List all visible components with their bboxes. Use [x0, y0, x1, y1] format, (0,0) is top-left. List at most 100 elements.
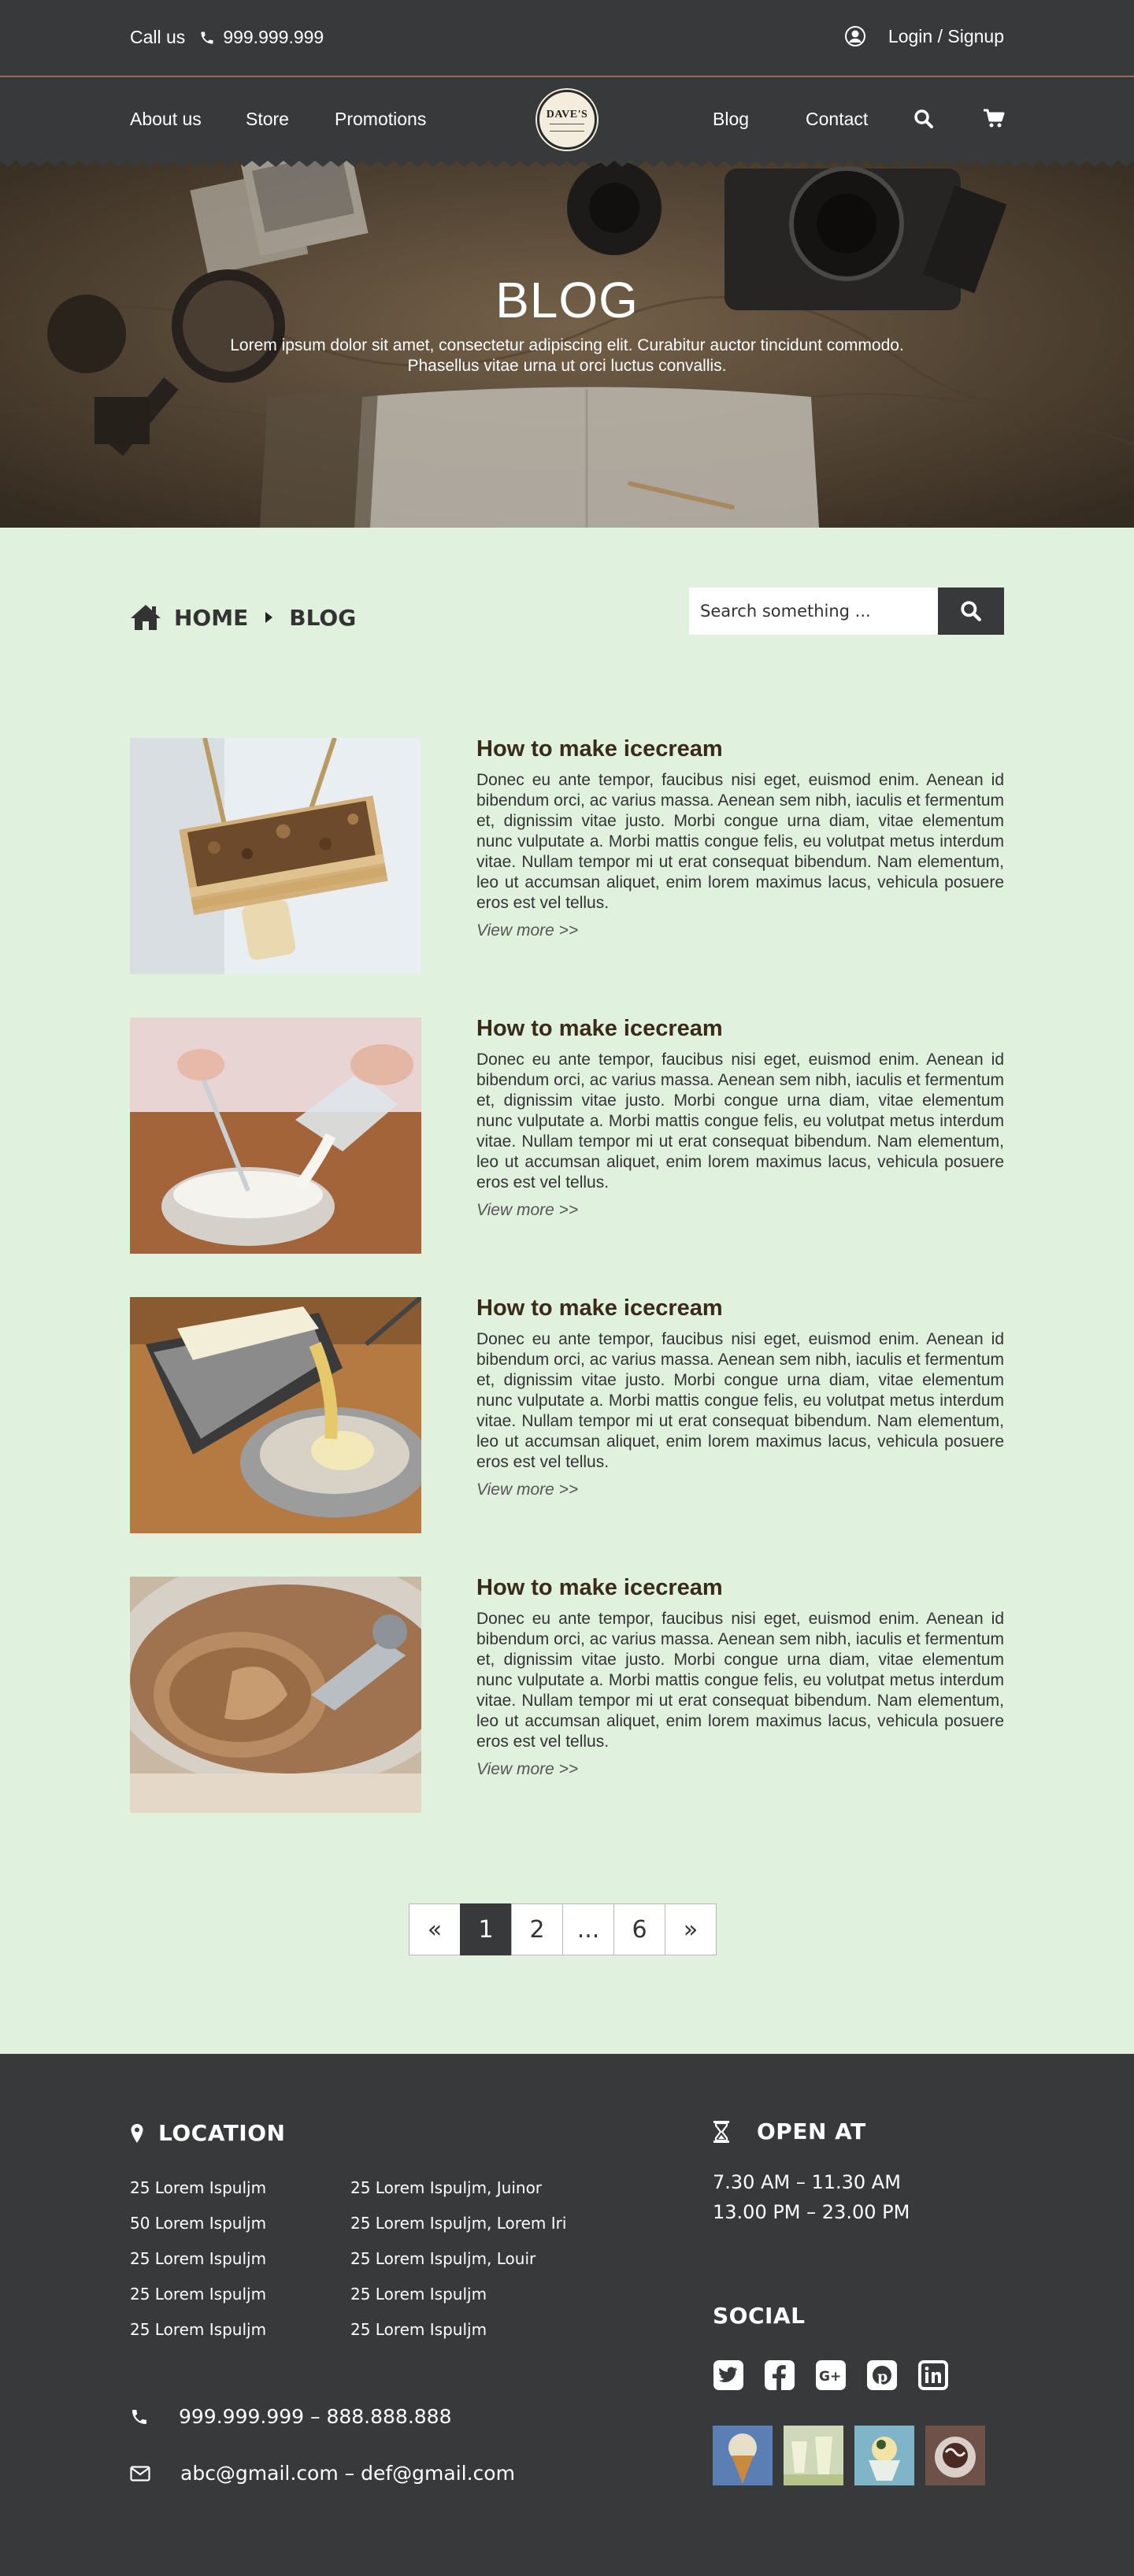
nav-about-us[interactable]: About us — [130, 109, 202, 130]
post-title[interactable]: How to make icecream — [476, 1575, 1004, 1601]
daves-logo[interactable]: DAVE'S — [537, 90, 597, 150]
search-icon[interactable] — [914, 109, 934, 129]
hero-title: BLOG — [495, 272, 639, 328]
location-item: 25 Lorem Ispuljm — [130, 2249, 267, 2268]
svg-text:p: p — [877, 2368, 888, 2385]
breadcrumb-current: BLOG — [289, 604, 357, 631]
post-title[interactable]: How to make icecream — [476, 1295, 1004, 1321]
instagram-gallery — [713, 2426, 996, 2485]
hours-item: 13.00 PM – 23.00 PM — [713, 2201, 910, 2223]
search-icon — [961, 601, 981, 621]
post-image-granola-bars[interactable] — [130, 738, 421, 974]
nav-zigzag-border — [0, 159, 1134, 167]
post-content: How to make icecream Donec eu ante tempo… — [476, 736, 1004, 940]
blog-post: How to make icecream Donec eu ante tempo… — [130, 1575, 1004, 1813]
search-button[interactable] — [938, 587, 1004, 635]
top-bar: Call us 999.999.999 Login / Signup — [0, 0, 1134, 77]
nav-store[interactable]: Store — [246, 109, 289, 130]
gallery-thumb-icecream-cone[interactable] — [713, 2426, 773, 2485]
logo-ribbon — [550, 123, 584, 132]
envelope-icon — [130, 2465, 150, 2481]
pagination-prev[interactable]: « — [409, 1903, 461, 1955]
post-image-straining-custard[interactable] — [130, 1297, 421, 1533]
location-item: 25 Lorem Ispuljm, Lorem Iri — [350, 2214, 567, 2233]
facebook-icon[interactable] — [764, 2359, 795, 2391]
footer-phones: 999.999.999 – 888.888.888 — [130, 2405, 451, 2428]
breadcrumb-home[interactable]: HOME — [174, 605, 248, 631]
pagination-ellipsis: ... — [562, 1903, 614, 1955]
hours-item: 7.30 AM – 11.30 AM — [713, 2171, 901, 2193]
nav-contact[interactable]: Contact — [806, 109, 868, 130]
location-item: 25 Lorem Ispuljm — [130, 2178, 267, 2197]
linkedin-icon[interactable] — [917, 2359, 949, 2391]
gallery-thumb-parfait-glasses[interactable] — [784, 2426, 843, 2485]
nav-promotions[interactable]: Promotions — [335, 109, 426, 130]
open-at-heading: OPEN AT — [713, 2118, 866, 2144]
nav-blog[interactable]: Blog — [713, 109, 749, 130]
location-list-left: 25 Lorem Ispuljm 50 Lorem Ispuljm 25 Lor… — [130, 2170, 266, 2348]
gallery-thumb-chocolate-dessert[interactable] — [925, 2426, 985, 2485]
open-at-title: OPEN AT — [757, 2118, 866, 2144]
post-image-whisking-milk[interactable] — [130, 1017, 421, 1254]
gallery-thumb-sundae[interactable] — [854, 2426, 914, 2485]
pagination: « 1 2 ... 6 » — [409, 1903, 717, 1955]
footer-emails: abc@gmail.com – def@gmail.com — [130, 2462, 515, 2485]
search-box — [689, 587, 1004, 635]
pagination-page-6[interactable]: 6 — [613, 1903, 665, 1955]
opening-hours: 7.30 AM – 11.30 AM 13.00 PM – 23.00 PM — [713, 2167, 910, 2227]
phone-icon — [201, 32, 213, 43]
social-links: G+ p — [713, 2359, 969, 2391]
post-excerpt: Donec eu ante tempor, faucibus nisi eget… — [476, 1051, 1004, 1192]
logo-text: DAVE'S — [546, 108, 588, 120]
location-item: 25 Lorem Ispuljm, Juinor — [350, 2178, 543, 2197]
post-title[interactable]: How to make icecream — [476, 1016, 1004, 1042]
pinterest-icon[interactable]: p — [866, 2359, 898, 2391]
home-icon[interactable] — [130, 603, 161, 632]
footer: LOCATION 25 Lorem Ispuljm 50 Lorem Ispul… — [0, 2054, 1134, 2576]
location-item: 25 Lorem Ispuljm — [350, 2285, 487, 2304]
map-pin-icon — [131, 2123, 143, 2143]
blog-post: How to make icecream Donec eu ante tempo… — [130, 1295, 1004, 1533]
blog-post: How to make icecream Donec eu ante tempo… — [130, 1016, 1004, 1254]
post-content: How to make icecream Donec eu ante tempo… — [476, 1016, 1004, 1220]
view-more-link[interactable]: View more >> — [476, 921, 578, 940]
user-circle-icon[interactable] — [844, 25, 866, 47]
post-excerpt: Donec eu ante tempor, faucibus nisi eget… — [476, 771, 1004, 912]
footer-phone-numbers[interactable]: 999.999.999 – 888.888.888 — [179, 2405, 451, 2428]
location-item: 25 Lorem Ispuljm, Louir — [350, 2249, 536, 2268]
location-title: LOCATION — [158, 2120, 286, 2146]
post-content: How to make icecream Donec eu ante tempo… — [476, 1295, 1004, 1499]
hero-subtitle: Lorem ipsum dolor sit amet, consectetur … — [230, 336, 904, 375]
call-label: Call us — [130, 27, 186, 47]
pagination-next[interactable]: » — [665, 1903, 717, 1955]
location-list-right: 25 Lorem Ispuljm, Juinor 25 Lorem Ispulj… — [350, 2170, 566, 2348]
google-plus-icon[interactable]: G+ — [815, 2359, 847, 2391]
svg-text:G+: G+ — [819, 2369, 841, 2385]
pagination-page-2[interactable]: 2 — [511, 1903, 563, 1955]
hero-banner: BLOG Lorem ipsum dolor sit amet, consect… — [0, 161, 1134, 528]
phone-icon — [132, 2409, 146, 2424]
cart-icon[interactable] — [983, 109, 1005, 129]
hourglass-icon — [713, 2120, 729, 2143]
social-title: SOCIAL — [713, 2303, 806, 2329]
view-more-link[interactable]: View more >> — [476, 1201, 578, 1220]
post-excerpt: Donec eu ante tempor, faucibus nisi eget… — [476, 1330, 1004, 1471]
location-item: 50 Lorem Ispuljm — [130, 2214, 267, 2233]
view-more-link[interactable]: View more >> — [476, 1760, 578, 1779]
post-image-ice-cream-scoop[interactable] — [130, 1577, 421, 1813]
main-nav: About us Store Promotions DAVE'S Blog Co… — [0, 77, 1134, 167]
login-area[interactable]: Login / Signup — [844, 25, 1004, 47]
pagination-page-1[interactable]: 1 — [460, 1903, 512, 1955]
call-us: Call us 999.999.999 — [130, 27, 324, 48]
footer-email-addresses[interactable]: abc@gmail.com – def@gmail.com — [180, 2462, 515, 2485]
view-more-link[interactable]: View more >> — [476, 1481, 578, 1499]
location-item: 25 Lorem Ispuljm — [350, 2320, 487, 2339]
phone-number[interactable]: 999.999.999 — [223, 27, 324, 48]
post-content: How to make icecream Donec eu ante tempo… — [476, 1575, 1004, 1779]
location-item: 25 Lorem Ispuljm — [130, 2285, 267, 2304]
location-heading: LOCATION — [130, 2120, 285, 2146]
login-signup-link[interactable]: Login / Signup — [888, 26, 1004, 47]
post-title[interactable]: How to make icecream — [476, 736, 1004, 762]
twitter-icon[interactable] — [713, 2359, 744, 2391]
search-input[interactable] — [689, 587, 938, 635]
